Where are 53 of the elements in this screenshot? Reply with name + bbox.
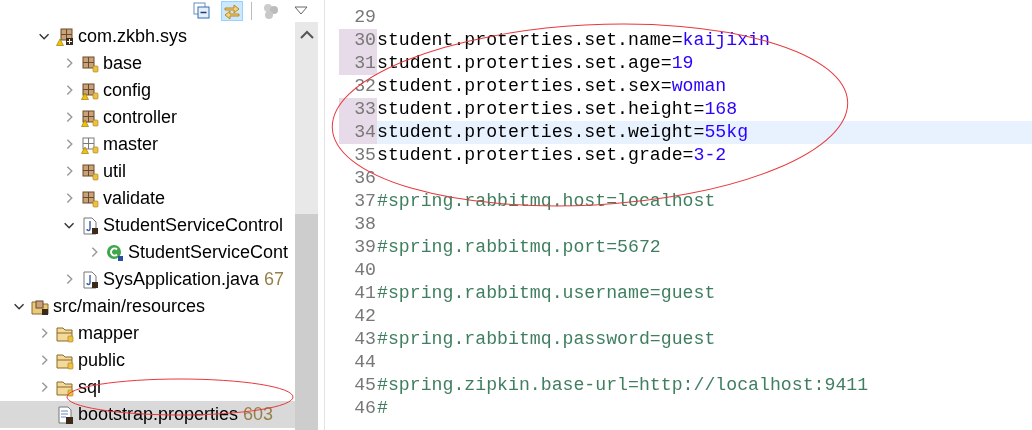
tree-item[interactable]: validate <box>0 185 295 212</box>
scroll-up-icon[interactable] <box>299 30 314 40</box>
collapse-all-icon[interactable] <box>191 1 213 21</box>
line-number: 29 <box>353 6 377 29</box>
line-number: 46 <box>353 397 377 420</box>
property-key: student.proterties.set.sex= <box>377 76 672 96</box>
tree-item[interactable]: util <box>0 158 295 185</box>
code-comment: #spring.zipkin.base-url=http://localhost:9411 <box>377 375 869 395</box>
tree-item[interactable]: public <box>0 347 295 374</box>
line-number: 38 <box>353 213 377 236</box>
property-value: woman <box>671 76 727 96</box>
tree-item[interactable]: sql <box>0 374 295 401</box>
property-key: student.proterties.set.height= <box>377 99 705 119</box>
line-number: 32 <box>353 75 377 98</box>
code-comment: #spring.rabbitmq.username=guest <box>377 283 716 303</box>
line-number: 44 <box>353 351 377 374</box>
tree-item[interactable]: config <box>0 77 295 104</box>
line-number: 30 <box>339 29 377 52</box>
property-key: student.proterties.set.weight= <box>377 122 705 142</box>
property-value: 19 <box>671 53 694 73</box>
property-value: 168 <box>704 99 738 119</box>
line-number: 41 <box>353 282 377 305</box>
property-value: kaijixin <box>682 30 770 50</box>
scrollbar[interactable] <box>295 22 318 430</box>
property-value: 55kg <box>704 122 749 142</box>
line-number: 39 <box>353 236 377 259</box>
tree-item[interactable]: StudentServiceControl <box>0 212 295 239</box>
line-number: 33 <box>339 98 377 121</box>
tree-item[interactable]: bootstrap.properties 603 <box>0 401 295 428</box>
code-comment: #spring.rabbitmq.password=guest <box>377 329 716 349</box>
line-number: 36 <box>353 167 377 190</box>
code-comment: # <box>377 398 388 418</box>
line-number: 42 <box>353 305 377 328</box>
property-key: student.proterties.set.grade= <box>377 145 694 165</box>
property-value: 3-2 <box>693 145 727 165</box>
line-number: 43 <box>353 328 377 351</box>
code-comment: #spring.rabbitmq.port=5672 <box>377 237 661 257</box>
line-number: 45 <box>353 374 377 397</box>
tree-item[interactable]: base <box>0 50 295 77</box>
line-number: 35 <box>353 144 377 167</box>
tree-item[interactable]: controller <box>0 104 295 131</box>
line-number: 31 <box>339 52 377 75</box>
tree-item[interactable]: src/main/resources <box>0 293 295 320</box>
tree-item[interactable]: StudentServiceCont <box>0 239 295 266</box>
link-editor-icon[interactable] <box>221 1 243 21</box>
line-number: 34 <box>339 121 377 144</box>
line-number: 40 <box>353 259 377 282</box>
tree-item[interactable]: mapper <box>0 320 295 347</box>
line-number: 37 <box>353 190 377 213</box>
tree-item[interactable]: SysApplication.java 67 <box>0 266 295 293</box>
scroll-thumb[interactable] <box>295 214 318 430</box>
tree-item[interactable]: com.zkbh.sys <box>0 23 295 50</box>
tree-item[interactable]: master <box>0 131 295 158</box>
